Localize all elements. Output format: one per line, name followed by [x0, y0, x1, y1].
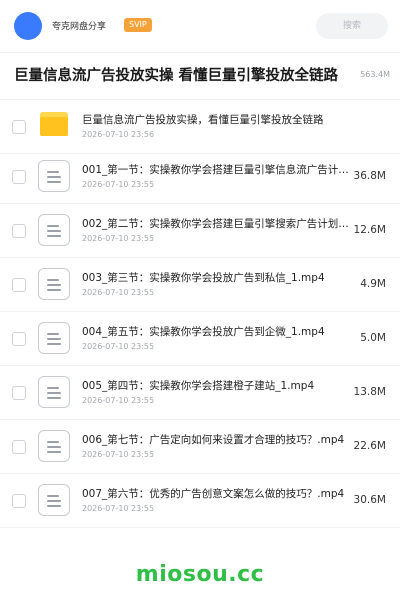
list-item[interactable]: 002_第二节：实操教你学会搭建巨量引擎搜索广告计划_1.mp4 2026-07…	[0, 204, 400, 258]
row-checkbox[interactable]	[12, 440, 26, 454]
file-name: 004_第五节：实操教你学会投放广告到企微_1.mp4	[82, 326, 325, 338]
file-date: 2026-07-10 23:55	[82, 342, 155, 351]
file-size: 22.6M	[353, 440, 386, 452]
document-icon	[38, 322, 70, 354]
document-icon	[38, 214, 70, 246]
document-icon	[38, 160, 70, 192]
folder-title-row: 巨量信息流广告投放实操 看懂巨量引擎投放全链路 563.4M	[0, 53, 400, 99]
file-size: 12.6M	[353, 224, 386, 236]
folder-icon	[40, 112, 68, 136]
row-checkbox[interactable]	[12, 332, 26, 346]
list-item[interactable]: 005_第四节：实操教你学会搭建橙子建站_1.mp4 2026-07-10 23…	[0, 366, 400, 420]
file-size: 13.8M	[353, 386, 386, 398]
file-name: 002_第二节：实操教你学会搭建巨量引擎搜索广告计划_1.mp4	[82, 218, 352, 230]
row-checkbox[interactable]	[12, 278, 26, 292]
file-name: 巨量信息流广告投放实操，看懂巨量引擎投放全链路	[82, 114, 324, 126]
file-date: 2026-07-10 23:55	[82, 504, 155, 513]
file-size: 5.0M	[360, 332, 386, 344]
file-date: 2026-07-10 23:55	[82, 288, 155, 297]
list-item[interactable]: 001_第一节：实操教你学会搭建巨量引擎信息流广告计划_1.mp4 2026-0…	[0, 150, 400, 204]
list-item[interactable]: 003_第三节：实操教你学会投放广告到私信_1.mp4 2026-07-10 2…	[0, 258, 400, 312]
file-name: 001_第一节：实操教你学会搭建巨量引擎信息流广告计划_1.mp4	[82, 164, 352, 176]
search-button[interactable]: 搜索	[316, 13, 388, 39]
file-date: 2026-07-10 23:55	[82, 396, 155, 405]
file-date: 2026-07-10 23:55	[82, 234, 155, 243]
file-size: 30.6M	[353, 494, 386, 506]
top-bar: 夸克网盘分享 SVIP 搜索	[0, 0, 400, 52]
row-checkbox[interactable]	[12, 494, 26, 508]
avatar[interactable]	[14, 12, 42, 40]
file-name: 003_第三节：实操教你学会投放广告到私信_1.mp4	[82, 272, 325, 284]
file-size: 36.8M	[353, 170, 386, 182]
sharer-name: 夸克网盘分享	[52, 22, 107, 32]
row-checkbox[interactable]	[12, 386, 26, 400]
folder-title: 巨量信息流广告投放实操 看懂巨量引擎投放全链路	[14, 68, 339, 84]
file-name: 005_第四节：实操教你学会搭建橙子建站_1.mp4	[82, 380, 315, 392]
folder-total-size: 563.4M	[360, 70, 390, 79]
row-checkbox[interactable]	[12, 170, 26, 184]
list-item[interactable]: 006_第七节：广告定向如何来设置才合理的技巧？.mp4 2026-07-10 …	[0, 420, 400, 474]
document-icon	[38, 484, 70, 516]
file-date: 2026-07-10 23:56	[82, 130, 155, 139]
file-date: 2026-07-10 23:55	[82, 450, 155, 459]
document-icon	[38, 268, 70, 300]
file-date: 2026-07-10 23:55	[82, 180, 155, 189]
file-size: 4.9M	[360, 278, 386, 290]
row-checkbox[interactable]	[12, 120, 26, 134]
svip-badge: SVIP	[124, 18, 152, 32]
list-item[interactable]: 007_第六节：优秀的广告创意文案怎么做的技巧？.mp4 2026-07-10 …	[0, 474, 400, 528]
row-checkbox[interactable]	[12, 224, 26, 238]
document-icon	[38, 430, 70, 462]
document-icon	[38, 376, 70, 408]
file-name: 007_第六节：优秀的广告创意文案怎么做的技巧？.mp4	[82, 488, 345, 500]
list-item[interactable]: 004_第五节：实操教你学会投放广告到企微_1.mp4 2026-07-10 2…	[0, 312, 400, 366]
watermark: miosou.cc	[135, 562, 265, 587]
list-item[interactable]: 巨量信息流广告投放实操，看懂巨量引擎投放全链路 2026-07-10 23:56	[0, 100, 400, 154]
file-name: 006_第七节：广告定向如何来设置才合理的技巧？.mp4	[82, 434, 345, 446]
